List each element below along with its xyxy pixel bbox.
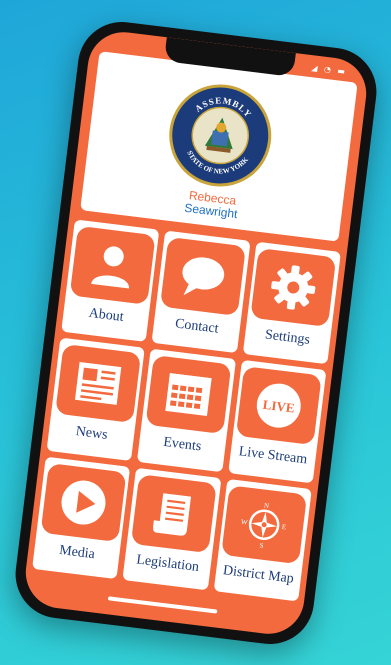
settings-label: Settings — [263, 326, 311, 348]
live-stream-label: Live Stream — [237, 443, 308, 468]
status-bar-icons: ◢ ◔ ▬ — [310, 62, 347, 76]
calendar-icon — [144, 354, 231, 434]
play-icon — [39, 462, 126, 542]
menu-grid: About Contact Settings News Events LIVE … — [31, 218, 341, 601]
phone-frame: ◢ ◔ ▬ ASSEMBLY STATE OF NEW YORK Rebecca… — [10, 16, 381, 649]
events-label: Events — [161, 434, 202, 455]
live-stream-tile[interactable]: LIVE Live Stream — [227, 359, 326, 483]
media-label: Media — [57, 542, 96, 562]
chat-bubble-icon — [159, 236, 246, 316]
header-card: ASSEMBLY STATE OF NEW YORK Rebecca Seawr… — [79, 50, 358, 242]
settings-tile[interactable]: Settings — [241, 241, 341, 365]
about-label: About — [87, 305, 124, 325]
scroll-icon — [130, 473, 217, 553]
news-tile[interactable]: News — [46, 337, 145, 461]
district-map-tile[interactable]: N E S W District Map — [212, 478, 312, 601]
person-icon — [68, 225, 155, 305]
svg-text:S: S — [259, 541, 264, 549]
live-icon: LIVE — [235, 366, 322, 445]
gear-icon — [250, 247, 337, 327]
news-label: News — [74, 423, 108, 443]
compass-icon: N E S W — [221, 484, 307, 564]
legislation-label: Legislation — [135, 551, 200, 575]
newspaper-icon — [54, 343, 141, 423]
contact-tile[interactable]: Contact — [151, 230, 250, 353]
assembly-seal-logo: ASSEMBLY STATE OF NEW YORK — [162, 78, 277, 192]
app-screen: ◢ ◔ ▬ ASSEMBLY STATE OF NEW YORK Rebecca… — [21, 27, 370, 638]
about-tile[interactable]: About — [60, 218, 160, 342]
live-icon-text: LIVE — [262, 397, 295, 416]
media-tile[interactable]: Media — [31, 455, 131, 579]
svg-text:N: N — [263, 501, 269, 510]
svg-text:W: W — [240, 517, 248, 526]
district-map-label: District Map — [221, 562, 295, 586]
contact-label: Contact — [173, 315, 219, 337]
phone-mockup: ◢ ◔ ▬ ASSEMBLY STATE OF NEW YORK Rebecca… — [10, 16, 381, 649]
svg-text:E: E — [281, 522, 286, 530]
events-tile[interactable]: Events — [136, 348, 236, 472]
home-indicator[interactable] — [107, 595, 217, 614]
legislation-tile[interactable]: Legislation — [122, 466, 221, 590]
